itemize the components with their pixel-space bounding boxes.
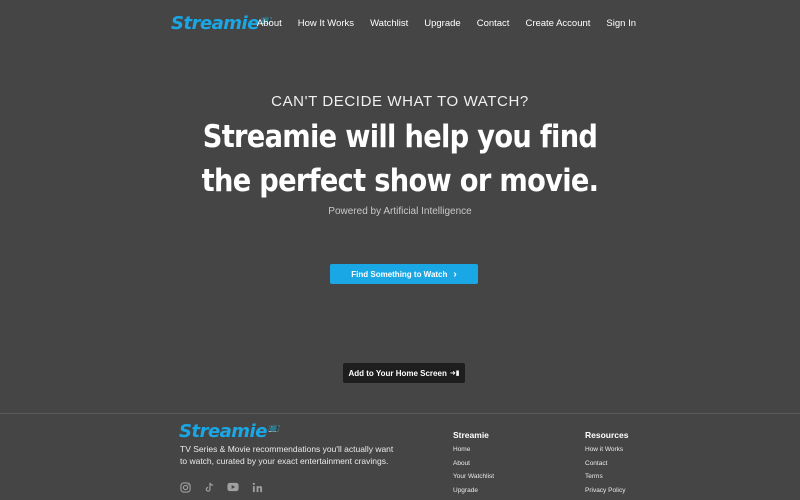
instagram-icon[interactable] (179, 481, 191, 493)
hero-headline-line2: the perfect show or movie. (201, 163, 599, 199)
linkedin-icon[interactable] (251, 481, 263, 493)
footer-link-privacy-policy[interactable]: Privacy Policy (585, 487, 628, 494)
chevron-right-icon: › (453, 268, 457, 280)
footer-link-about[interactable]: About (453, 460, 494, 467)
add-to-home-screen-label: Add to Your Home Screen (348, 368, 447, 378)
footer-column-resources: Resources How it Works Contact Terms Pri… (585, 430, 628, 500)
footer-link-how-it-works[interactable]: How it Works (585, 446, 628, 453)
find-something-button[interactable]: Find Something to Watch › (330, 264, 478, 284)
social-links (179, 481, 263, 493)
find-something-label: Find Something to Watch (351, 269, 448, 279)
phone-arrow-icon: ➜▮ (449, 370, 460, 377)
footer-link-upgrade[interactable]: Upgrade (453, 487, 494, 494)
footer-column-streamie: Streamie Home About Your Watchlist Upgra… (453, 430, 494, 500)
hero-headline-line1: Streamie will help you find (202, 119, 598, 155)
footer-divider (0, 413, 800, 414)
tv-icon: 📺 (267, 423, 279, 433)
youtube-icon[interactable] (227, 481, 239, 493)
footer-tagline: TV Series & Movie recommendations you'll… (180, 444, 394, 466)
footer-logo-text: Streamie (179, 421, 267, 442)
hero-eyebrow: CAN'T DECIDE WHAT TO WATCH? (271, 93, 529, 110)
nav-contact[interactable]: Contact (477, 18, 510, 29)
nav-sign-in[interactable]: Sign In (606, 18, 636, 29)
footer-link-watchlist[interactable]: Your Watchlist (453, 473, 494, 480)
nav-create-account[interactable]: Create Account (525, 18, 590, 29)
nav-how-it-works[interactable]: How It Works (298, 18, 354, 29)
nav-watchlist[interactable]: Watchlist (370, 18, 408, 29)
footer-column-title: Resources (585, 430, 629, 440)
footer-link-contact[interactable]: Contact (585, 460, 628, 467)
hero-headline: Streamie will help you find the perfect … (48, 115, 752, 203)
nav-upgrade[interactable]: Upgrade (424, 18, 460, 29)
footer-logo[interactable]: Streamie📺 (179, 421, 279, 442)
tiktok-icon[interactable] (203, 481, 215, 493)
footer-column-title: Streamie (453, 430, 489, 440)
footer-link-terms[interactable]: Terms (585, 473, 628, 480)
footer-link-home[interactable]: Home (453, 446, 494, 453)
add-to-home-screen-button[interactable]: Add to Your Home Screen ➜▮ (343, 363, 465, 383)
nav-about[interactable]: About (257, 18, 282, 29)
main-nav: About How It Works Watchlist Upgrade Con… (241, 18, 636, 29)
powered-by-text: Powered by Artificial Intelligence (328, 206, 472, 217)
